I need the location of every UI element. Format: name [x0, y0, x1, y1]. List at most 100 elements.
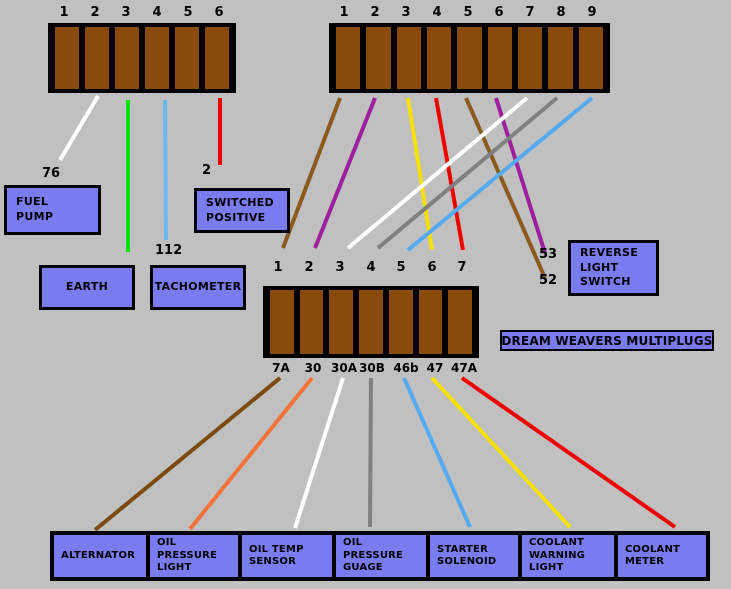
wire-w-blue-start: [402, 377, 472, 528]
connector-pin[interactable]: [175, 27, 199, 89]
connector-middle-7pin[interactable]: [263, 286, 479, 358]
right-pin-label-4: 4: [432, 5, 442, 20]
connector-pin[interactable]: [299, 290, 324, 354]
wire-w-brown-b: [464, 97, 547, 279]
coolant-meter-line-1: COOLANT: [625, 543, 681, 555]
wire-code-112: 112: [155, 243, 183, 258]
connector-pin[interactable]: [388, 290, 413, 354]
connector-pin[interactable]: [487, 27, 512, 89]
right-pin-label-7: 7: [525, 5, 535, 20]
starter-solenoid-line-2: SOLENOID: [437, 556, 497, 567]
connector-pin[interactable]: [448, 290, 473, 354]
coolant-meter-line-2: METER: [625, 556, 665, 567]
connector-pin[interactable]: [578, 27, 603, 89]
middle-pin-label-bottom-7a: 7A: [272, 361, 290, 375]
switched-positive-line-2: POSITIVE: [206, 210, 266, 224]
alternator-line-1: ALTERNATOR: [61, 549, 136, 561]
wire-w-brown-a: [281, 97, 342, 249]
bottom-component-row: ALTERNATOR OIL PRESSURE LIGHT OIL TEMP S…: [50, 531, 710, 581]
middle-pin-label-top-2: 2: [304, 260, 314, 275]
bottom-box-coolant-warning-light[interactable]: COOLANT WARNING LIGHT: [520, 533, 616, 579]
connector-pin[interactable]: [336, 27, 361, 89]
connector-pin[interactable]: [270, 290, 294, 354]
right-pin-label-1: 1: [339, 5, 349, 20]
wire-code-76: 76: [42, 166, 61, 181]
wire-w-yellow-cool: [430, 376, 572, 529]
connector-pin[interactable]: [115, 27, 139, 89]
left-pin-label-1: 1: [59, 5, 69, 20]
oil-pressure-light-line-1: OIL: [157, 537, 177, 549]
reverse-light-line-2: LIGHT: [580, 260, 619, 274]
middle-pin-label-top-1: 1: [273, 260, 283, 275]
fuel-pump-line-2: PUMP: [16, 210, 54, 223]
wire-w-purple-b: [494, 97, 547, 254]
connector-pin[interactable]: [55, 27, 79, 89]
earth-label: EARTH: [65, 280, 109, 294]
reverse-light-line-3: SWITCH: [580, 275, 631, 289]
switched-positive-line-1: SWITCHED: [206, 195, 274, 209]
wire-w-white-oiltmp: [293, 377, 345, 529]
middle-pin-label-bottom-47: 47: [426, 361, 444, 375]
wire-w-purple-a: [313, 97, 377, 249]
coolant-warning-light-line-2: WARNING: [529, 549, 586, 561]
connector-pin[interactable]: [396, 27, 421, 89]
bottom-box-alternator[interactable]: ALTERNATOR: [52, 533, 148, 579]
oil-pressure-guage-line-3: GUAGE: [343, 562, 383, 574]
connector-pin[interactable]: [329, 290, 354, 354]
connector-pin[interactable]: [426, 27, 452, 89]
component-box-earth[interactable]: EARTH: [39, 265, 135, 310]
bottom-box-starter-solenoid[interactable]: STARTER SOLENOID: [428, 533, 520, 579]
bottom-box-coolant-meter[interactable]: COOLANT METER: [616, 533, 708, 579]
tachometer-label: TACHOMETER: [154, 280, 242, 294]
middle-pin-label-top-6: 6: [427, 260, 437, 275]
right-pin-label-5: 5: [463, 5, 473, 20]
wire-w-brown-alt: [93, 376, 282, 532]
wire-code-53: 53: [539, 247, 558, 262]
wiring-diagram-canvas: 1 2 3 4 5 6 1 2 3 4 5 6 7 8 9 1 2 3 4 5 …: [0, 0, 731, 589]
connector-left-6pin[interactable]: [48, 23, 236, 93]
wire-w-yellow: [406, 97, 434, 251]
wire-code-52: 52: [539, 273, 558, 288]
wire-w-orange-oil: [188, 376, 314, 531]
bottom-box-oil-temp-sensor[interactable]: OIL TEMP SENSOR: [240, 533, 334, 579]
wire-w-grey: [376, 96, 559, 250]
left-pin-label-3: 3: [121, 5, 131, 20]
oil-temp-sensor-line-2: SENSOR: [249, 556, 297, 567]
fuel-pump-line-1: FUEL: [16, 195, 49, 209]
middle-pin-label-top-5: 5: [396, 260, 406, 275]
left-pin-label-6: 6: [214, 5, 224, 20]
right-pin-label-2: 2: [370, 5, 380, 20]
middle-pin-label-top-4: 4: [366, 260, 376, 275]
left-pin-label-2: 2: [90, 5, 100, 20]
oil-pressure-light-line-2: PRESSURE: [157, 549, 218, 561]
wire-w-red-b: [434, 97, 465, 251]
wire-code-2: 2: [202, 163, 212, 178]
component-box-reverse-light-switch[interactable]: REVERSE LIGHT SWITCH: [568, 240, 659, 296]
bottom-box-oil-pressure-guage[interactable]: OIL PRESSURE GUAGE: [334, 533, 428, 579]
connector-pin[interactable]: [205, 27, 229, 89]
component-box-tachometer[interactable]: TACHOMETER: [150, 265, 246, 310]
component-box-switched-positive[interactable]: SWITCHED POSITIVE: [194, 188, 290, 233]
starter-solenoid-line-1: STARTER: [437, 543, 488, 555]
connector-pin[interactable]: [457, 27, 482, 89]
connector-pin[interactable]: [548, 27, 573, 89]
connector-pin[interactable]: [85, 27, 109, 89]
connector-pin[interactable]: [418, 290, 443, 354]
bottom-box-oil-pressure-light[interactable]: OIL PRESSURE LIGHT: [148, 533, 240, 579]
middle-pin-label-bottom-47a: 47A: [451, 361, 477, 375]
wire-w-skyblue: [406, 96, 594, 252]
wire-w-red-coolm: [460, 376, 677, 529]
connector-pin[interactable]: [145, 27, 169, 89]
component-box-fuel-pump[interactable]: FUEL PUMP: [4, 185, 101, 235]
left-pin-label-5: 5: [183, 5, 193, 20]
right-pin-label-3: 3: [401, 5, 411, 20]
left-pin-label-4: 4: [152, 5, 162, 20]
connector-right-9pin[interactable]: [329, 23, 610, 93]
connector-pin[interactable]: [366, 27, 391, 89]
middle-pin-label-bottom-46b: 46b: [393, 361, 419, 375]
connector-pin[interactable]: [359, 290, 383, 354]
wire-w-white-b: [346, 96, 529, 250]
middle-pin-label-bottom-30a: 30A: [331, 361, 357, 375]
connector-pin[interactable]: [517, 27, 543, 89]
right-pin-label-9: 9: [587, 5, 597, 20]
